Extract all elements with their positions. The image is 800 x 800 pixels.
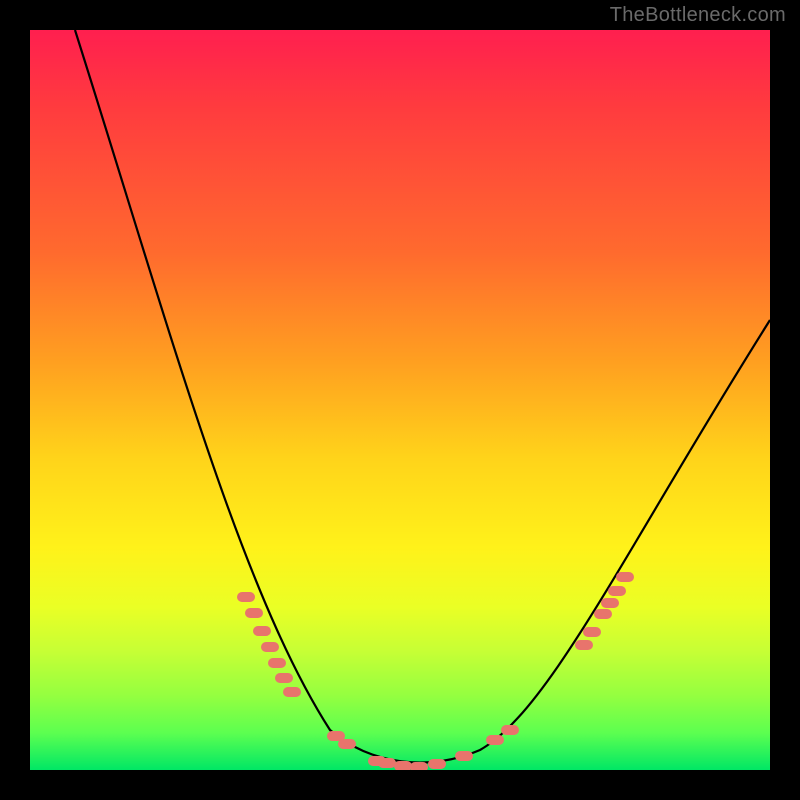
data-marker bbox=[455, 751, 473, 761]
data-marker bbox=[501, 725, 519, 735]
chart-svg bbox=[30, 30, 770, 770]
data-marker bbox=[601, 598, 619, 608]
watermark-text: TheBottleneck.com bbox=[610, 4, 786, 27]
data-marker bbox=[594, 609, 612, 619]
data-marker bbox=[245, 608, 263, 618]
data-marker bbox=[394, 761, 412, 770]
data-marker bbox=[583, 627, 601, 637]
data-marker bbox=[338, 739, 356, 749]
plot-area bbox=[30, 30, 770, 770]
data-marker bbox=[608, 586, 626, 596]
data-marker bbox=[261, 642, 279, 652]
data-marker bbox=[616, 572, 634, 582]
chart-frame: TheBottleneck.com bbox=[0, 0, 800, 800]
data-marker bbox=[283, 687, 301, 697]
data-marker bbox=[378, 758, 396, 768]
data-marker bbox=[486, 735, 504, 745]
data-marker bbox=[410, 762, 428, 770]
data-marker bbox=[575, 640, 593, 650]
data-marker bbox=[428, 759, 446, 769]
bottleneck-curve bbox=[75, 30, 770, 763]
data-marker bbox=[237, 592, 255, 602]
data-marker bbox=[268, 658, 286, 668]
data-marker bbox=[275, 673, 293, 683]
data-marker bbox=[253, 626, 271, 636]
